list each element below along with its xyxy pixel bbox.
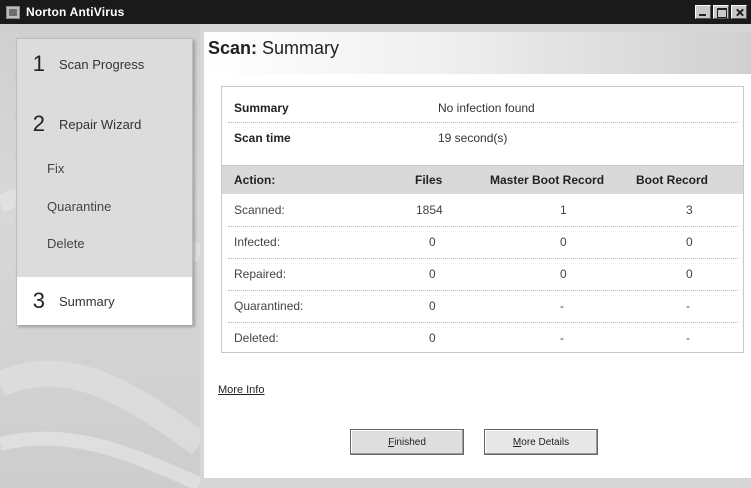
summary-row: Summary No infection found [222,95,743,121]
scan-time-row: Scan time 19 second(s) [222,125,743,151]
summary-value: No infection found [438,101,535,115]
boot-record-cell: - [686,331,690,345]
more-info-link[interactable]: More Info [218,384,264,396]
maximize-icon[interactable] [713,5,729,19]
files-cell: 0 [429,267,436,281]
table-row: Infected: 0 0 0 [222,226,743,258]
step-label: Repair Wizard [59,116,142,132]
mbr-cell: 1 [560,203,567,217]
row-label: Infected: [234,235,281,249]
files-cell: 0 [429,299,436,313]
step-scan-progress[interactable]: 1 Scan Progress [17,51,192,77]
row-label: Deleted: [234,331,279,345]
mbr-cell: - [560,331,564,345]
finished-button-label: Finished [388,436,426,448]
main-content: Scan: Summary Summary No infection found… [204,32,751,478]
table-row: Quarantined: 0 - - [222,290,743,322]
boot-record-cell: - [686,299,690,313]
more-details-button[interactable]: More Details [484,429,598,455]
table-row: Scanned: 1854 1 3 [222,194,743,226]
column-header: Files [415,173,443,187]
scan-time-value: 19 second(s) [438,131,508,145]
boot-record-cell: 0 [686,235,693,249]
sub-item-delete[interactable]: Delete [47,236,85,251]
boot-record-cell: 3 [686,203,693,217]
files-cell: 0 [429,235,436,249]
files-cell: 1854 [416,203,443,217]
step-number: 2 [32,111,45,136]
mbr-cell: - [560,299,564,313]
window-title: Norton AntiVirus [26,5,125,19]
mbr-cell: 0 [560,235,567,249]
step-number: 1 [32,51,45,76]
row-label: Repaired: [234,267,287,281]
scan-time-label: Scan time [234,131,291,145]
step-summary[interactable]: 3 Summary [17,277,192,325]
column-header: Master Boot Record [490,173,605,187]
step-repair-wizard[interactable]: 2 Repair Wizard [17,111,192,137]
step-label: Scan Progress [59,56,145,72]
row-label: Quarantined: [234,299,304,313]
app-icon [6,5,20,19]
table-row: Deleted: 0 - - [222,322,743,354]
step-number: 3 [32,288,45,313]
sub-item-quarantine[interactable]: Quarantine [47,199,111,214]
title-bar[interactable]: Norton AntiVirus [0,0,751,24]
summary-label: Summary [234,101,289,115]
row-label: Scanned: [234,203,285,217]
results-header: Action: Files Master Boot Record Boot Re… [222,166,743,194]
more-details-button-label: More Details [512,436,570,448]
files-cell: 0 [429,331,436,345]
norton-antivirus-window: Norton AntiVirus 1 Scan Progress 2 Repai… [0,0,751,488]
column-header: Action: [234,173,276,187]
mbr-cell: 0 [560,267,567,281]
page-header: Scan: Summary [204,32,751,74]
results-table: Action: Files Master Boot Record Boot Re… [221,165,744,353]
page-title: Scan: Summary [208,38,339,59]
page-title-rest: Summary [257,38,340,58]
table-row: Repaired: 0 0 0 [222,258,743,290]
wizard-steps-panel: 1 Scan Progress 2 Repair Wizard Fix Quar… [16,38,193,325]
step-label: Summary [59,293,115,309]
page-title-bold: Scan: [208,38,258,58]
divider [228,122,738,123]
close-icon[interactable] [731,5,747,19]
sub-item-fix[interactable]: Fix [47,161,64,176]
boot-record-cell: 0 [686,267,693,281]
minimize-icon[interactable] [695,5,711,19]
column-header: Boot Record [636,173,708,187]
finished-button[interactable]: Finished [350,429,464,455]
window-controls [695,5,747,19]
